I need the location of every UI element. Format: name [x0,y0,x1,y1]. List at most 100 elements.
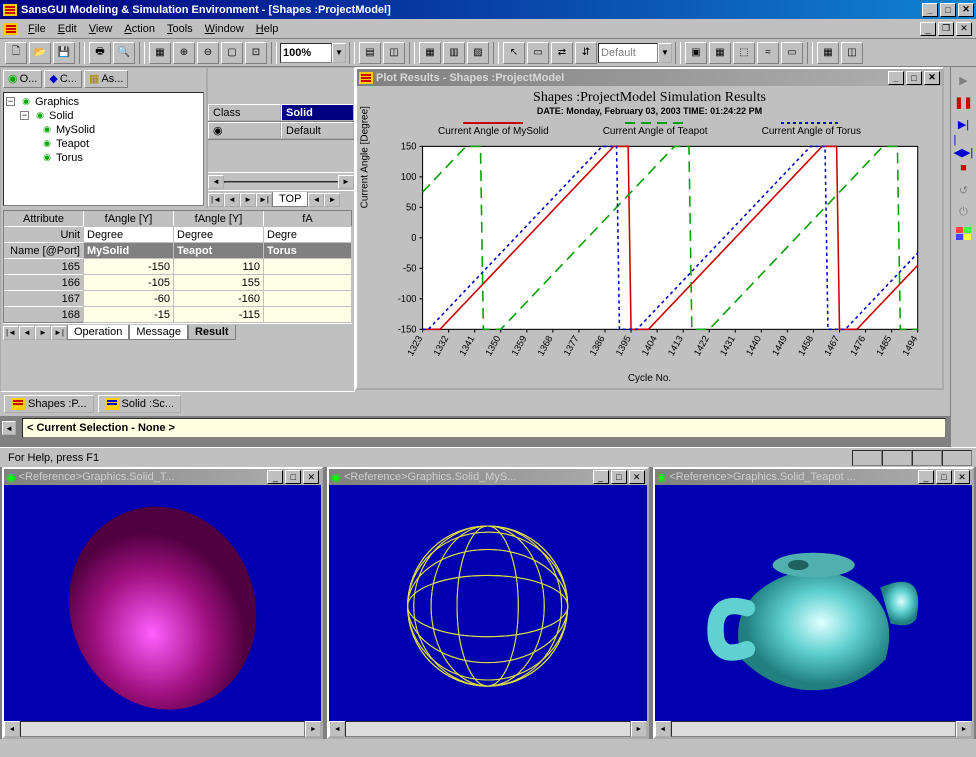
tree-node-teapot[interactable]: Teapot [56,138,89,150]
doc-tab-shapes[interactable]: Shapes :P... [4,395,94,413]
power-button[interactable]: ⏻ [954,203,974,221]
vp1-close[interactable]: ✕ [303,470,319,484]
menu-view[interactable]: View [83,21,119,37]
tool-target-button[interactable]: ⊕ [173,42,195,64]
print-preview-button[interactable]: 🔍 [113,42,135,64]
mdi-restore-button[interactable]: ❐ [938,22,954,36]
zoom-dropdown-button[interactable]: ▼ [332,43,346,63]
print-button[interactable]: 🖶 [89,42,111,64]
header-scroll-right[interactable]: ► [324,193,340,207]
tree-tab-as[interactable]: ▦As... [84,70,128,88]
grid-tab-result[interactable]: Result [188,325,236,340]
vp3-close[interactable]: ✕ [954,470,970,484]
tree-node-graphics[interactable]: Graphics [35,96,79,108]
grid-col-fangle2[interactable]: fAngle [Y] [174,211,264,227]
tool-dotted-button[interactable]: ⊡ [245,42,267,64]
vp3-minimize[interactable]: _ [918,470,934,484]
open-button[interactable]: 📂 [29,42,51,64]
tab-last-button[interactable]: ►| [256,193,272,207]
vp1-maximize[interactable]: □ [285,470,301,484]
vp2-scroll-right[interactable]: ► [631,721,647,737]
tool-square-button[interactable]: ▢ [221,42,243,64]
tool-c-button[interactable]: ▦ [419,42,441,64]
menu-action[interactable]: Action [118,21,161,37]
grid-nav-prev[interactable]: ◄ [19,326,35,340]
object-tree[interactable]: − ◉ Graphics − ◉ Solid ◉ MySolid [3,92,204,206]
tree-node-torus[interactable]: Torus [56,152,83,164]
header-scroll-left[interactable]: ◄ [308,193,324,207]
tool-a-button[interactable]: ▤ [359,42,381,64]
tool-g-button[interactable]: ⇄ [551,42,573,64]
vp2-scroll-left[interactable]: ◄ [329,721,345,737]
menu-tools[interactable]: Tools [161,21,199,37]
grid-col-fangle3[interactable]: fA [264,211,352,227]
tool-d-button[interactable]: ▥ [443,42,465,64]
tool-l-button[interactable]: ≈ [757,42,779,64]
menu-help[interactable]: Help [250,21,285,37]
skip-end-button[interactable]: ▶| [954,115,974,133]
grid-col-fangle1[interactable]: fAngle [Y] [84,211,174,227]
minimize-button[interactable]: _ [922,3,938,17]
tool-h-button[interactable]: ⇵ [575,42,597,64]
grid-nav-next[interactable]: ► [35,326,51,340]
menu-window[interactable]: Window [199,21,250,37]
vp2-maximize[interactable]: □ [611,470,627,484]
new-button[interactable]: 🗋 [5,42,27,64]
tool-i-button[interactable]: ▣ [685,42,707,64]
doc-tab-solid[interactable]: Solid :Sc... [98,395,182,413]
close-button[interactable]: ✕ [958,3,974,17]
mdi-close-button[interactable]: ✕ [956,22,972,36]
vp1-minimize[interactable]: _ [267,470,283,484]
menu-file[interactable]: File [22,21,52,37]
viewport1-canvas[interactable] [4,485,321,721]
tool-j-button[interactable]: ▦ [709,42,731,64]
viewport2-canvas[interactable] [329,485,646,721]
tree-tab-o[interactable]: ◉O... [3,70,42,88]
palette-button[interactable] [954,225,974,243]
grid-col-attribute[interactable]: Attribute [4,211,84,227]
mdi-minimize-button[interactable]: _ [920,22,936,36]
tree-node-solid[interactable]: Solid [49,110,73,122]
viewport3-canvas[interactable] [655,485,972,721]
class-value[interactable]: Solid [281,104,354,121]
grid-tab-operation[interactable]: Operation [67,325,129,340]
reset-button[interactable]: ↺ [954,181,974,199]
tool-n-button[interactable]: ▦ [817,42,839,64]
style-dropdown[interactable]: Default [598,43,658,63]
plot-close-button[interactable]: ✕ [924,71,940,85]
tool-f-button[interactable]: ▭ [527,42,549,64]
maximize-button[interactable]: □ [940,3,956,17]
menu-edit[interactable]: Edit [52,21,83,37]
tool-b-button[interactable]: ◫ [383,42,405,64]
vp3-maximize[interactable]: □ [936,470,952,484]
data-grid[interactable]: Attribute fAngle [Y] fAngle [Y] fA Unit … [3,210,352,323]
tab-next-button[interactable]: ► [240,193,256,207]
solid-bottom-tab[interactable]: TOP [272,192,308,207]
vp3-scroll-right[interactable]: ► [956,721,972,737]
save-button[interactable]: 💾 [53,42,75,64]
vp3-scroll-left[interactable]: ◄ [655,721,671,737]
scroll-left-button[interactable]: ◄ [208,175,224,189]
default-label[interactable]: Default [281,122,354,139]
selection-prev-button[interactable]: ◄ [2,421,16,435]
vp2-minimize[interactable]: _ [593,470,609,484]
tool-minus-button[interactable]: ⊖ [197,42,219,64]
grid-nav-last[interactable]: ►| [51,326,67,340]
vp1-scroll-right[interactable]: ► [305,721,321,737]
style-dropdown-button[interactable]: ▼ [658,43,672,63]
tree-node-mysolid[interactable]: MySolid [56,124,95,136]
scroll-right-button[interactable]: ► [338,175,354,189]
tree-expand-solid[interactable]: − [20,111,29,120]
grid-nav-first[interactable]: |◄ [3,326,19,340]
tool-o-button[interactable]: ◫ [841,42,863,64]
tab-first-button[interactable]: |◄ [208,193,224,207]
tool-grid-button[interactable]: ▦ [149,42,171,64]
grid-tab-message[interactable]: Message [129,325,188,340]
tab-prev-button[interactable]: ◄ [224,193,240,207]
tool-k-button[interactable]: ⬚ [733,42,755,64]
zoom-input[interactable]: 100% [280,43,332,63]
tool-m-button[interactable]: ▭ [781,42,803,64]
plot-maximize-button[interactable]: □ [906,71,922,85]
tool-e-button[interactable]: ▨ [467,42,489,64]
play-button[interactable]: ▶ [954,71,974,89]
